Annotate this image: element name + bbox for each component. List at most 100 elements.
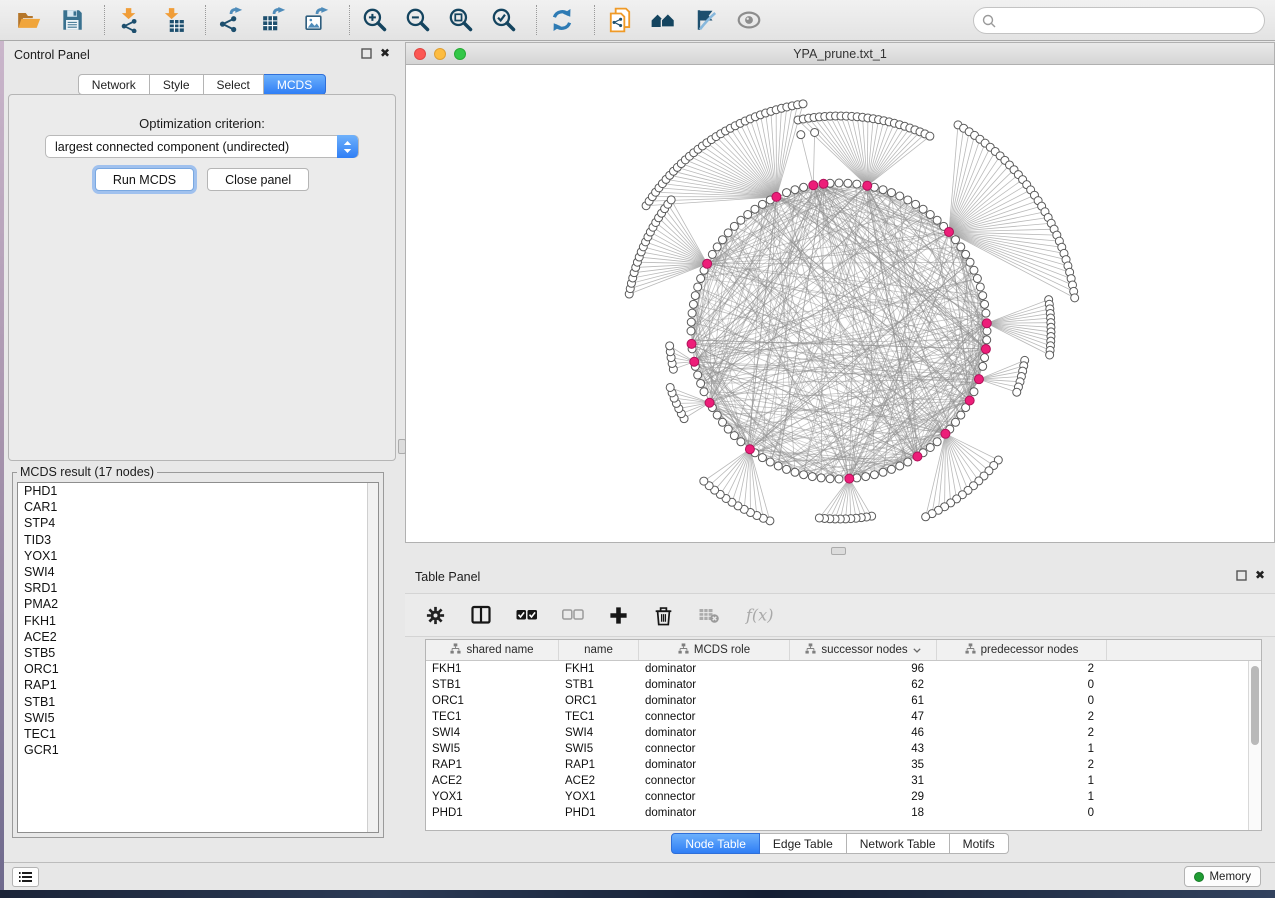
delete-icon[interactable] bbox=[653, 605, 674, 626]
close-table-panel-icon[interactable]: ✖ bbox=[1255, 569, 1265, 581]
refresh-icon[interactable] bbox=[547, 5, 577, 35]
result-node-item[interactable]: SRD1 bbox=[18, 580, 378, 596]
zoom-in-icon[interactable] bbox=[360, 5, 390, 35]
clone-network-icon[interactable]: (1)"> bbox=[605, 5, 635, 35]
column-header-shared-name[interactable]: shared name bbox=[426, 640, 559, 660]
result-node-item[interactable]: STB1 bbox=[18, 694, 378, 710]
result-node-item[interactable]: PHD1 bbox=[18, 483, 378, 499]
result-node-item[interactable]: SWI4 bbox=[18, 564, 378, 580]
tab-node-table[interactable]: Node Table bbox=[671, 833, 760, 854]
run-mcds-button[interactable]: Run MCDS bbox=[95, 168, 194, 191]
float-panel-icon[interactable] bbox=[361, 48, 372, 59]
main-toolbar: (1)"> bbox=[0, 0, 1275, 41]
control-panel-header: Control Panel ✖ bbox=[4, 41, 400, 68]
table-row[interactable]: SWI5SWI5connector431 bbox=[426, 741, 1261, 757]
export-network-icon[interactable] bbox=[216, 5, 246, 35]
network-window-titlebar: YPA_prune.txt_1 bbox=[406, 43, 1274, 65]
table-toolbar: f(x) bbox=[405, 593, 1275, 637]
result-node-item[interactable]: STB5 bbox=[18, 645, 378, 661]
delete-table-icon bbox=[698, 604, 720, 626]
import-table-icon[interactable] bbox=[158, 5, 188, 35]
result-list-scrollbar[interactable] bbox=[367, 483, 378, 832]
result-node-item[interactable]: RAP1 bbox=[18, 677, 378, 693]
table-row[interactable]: TEC1TEC1connector472 bbox=[426, 709, 1261, 725]
cell-MCDS-role: dominator bbox=[639, 805, 790, 821]
table-row[interactable]: FKH1FKH1dominator962 bbox=[426, 661, 1261, 677]
result-node-item[interactable]: SWI5 bbox=[18, 710, 378, 726]
column-header-predecessor-nodes[interactable]: predecessor nodes bbox=[937, 640, 1107, 660]
result-node-item[interactable]: FKH1 bbox=[18, 613, 378, 629]
table-row[interactable]: ORC1ORC1dominator610 bbox=[426, 693, 1261, 709]
tab-edge-table[interactable]: Edge Table bbox=[760, 833, 847, 854]
result-node-item[interactable]: YOX1 bbox=[18, 548, 378, 564]
mcds-result-list[interactable]: PHD1CAR1STP4TID3YOX1SWI4SRD1PMA2FKH1ACE2… bbox=[17, 482, 379, 833]
network-canvas[interactable] bbox=[406, 65, 1274, 542]
table-scrollbar[interactable] bbox=[1248, 661, 1261, 830]
tab-style[interactable]: Style bbox=[150, 74, 204, 95]
cell-successor-nodes: 29 bbox=[790, 789, 937, 805]
close-panel-button[interactable]: Close panel bbox=[207, 168, 309, 191]
float-table-panel-icon[interactable] bbox=[1236, 570, 1247, 581]
mcds-tab-content: Optimization criterion: largest connecte… bbox=[8, 94, 396, 461]
export-table-icon[interactable] bbox=[259, 5, 289, 35]
gear-icon[interactable] bbox=[425, 605, 446, 626]
cell-predecessor-nodes: 0 bbox=[937, 805, 1107, 821]
open-file-icon[interactable] bbox=[14, 5, 44, 35]
deselect-all-icon[interactable] bbox=[562, 604, 584, 626]
tab-mcds[interactable]: MCDS bbox=[264, 74, 326, 95]
table-row[interactable]: SWI4SWI4dominator462 bbox=[426, 725, 1261, 741]
column-header-name[interactable]: name bbox=[559, 640, 639, 660]
first-neighbors-icon[interactable] bbox=[648, 5, 678, 35]
table-row[interactable]: STB1STB1dominator620 bbox=[426, 677, 1261, 693]
hide-selected-icon[interactable] bbox=[691, 5, 721, 35]
memory-button[interactable]: Memory bbox=[1184, 866, 1261, 887]
memory-label: Memory bbox=[1209, 871, 1251, 883]
attribute-tree-icon bbox=[805, 643, 816, 657]
search-input[interactable] bbox=[1002, 10, 1257, 31]
add-icon[interactable] bbox=[608, 605, 629, 626]
result-node-item[interactable]: PMA2 bbox=[18, 596, 378, 612]
result-node-item[interactable]: ORC1 bbox=[18, 661, 378, 677]
horizontal-splitter-handle[interactable] bbox=[831, 547, 846, 555]
attribute-tree-icon bbox=[965, 643, 976, 657]
result-node-item[interactable]: GCR1 bbox=[18, 742, 378, 758]
save-icon[interactable] bbox=[57, 5, 87, 35]
zoom-selected-icon[interactable] bbox=[489, 5, 519, 35]
zoom-out-icon[interactable] bbox=[403, 5, 433, 35]
table-scrollbar-thumb[interactable] bbox=[1251, 666, 1259, 745]
criterion-value: largest connected component (undirected) bbox=[55, 140, 289, 154]
show-all-icon[interactable] bbox=[734, 5, 764, 35]
result-node-item[interactable]: CAR1 bbox=[18, 499, 378, 515]
column-header-successor-nodes[interactable]: successor nodes bbox=[790, 640, 937, 660]
import-network-icon[interactable] bbox=[115, 5, 145, 35]
result-node-item[interactable]: ACE2 bbox=[18, 629, 378, 645]
result-node-item[interactable]: TID3 bbox=[18, 532, 378, 548]
panel-menu-button[interactable] bbox=[12, 867, 39, 887]
cell-shared-name: TEC1 bbox=[426, 709, 559, 725]
cell-shared-name: STB1 bbox=[426, 677, 559, 693]
close-panel-icon[interactable]: ✖ bbox=[380, 47, 390, 59]
result-node-item[interactable]: STP4 bbox=[18, 515, 378, 531]
table-row[interactable]: ACE2ACE2connector311 bbox=[426, 773, 1261, 789]
table-row[interactable]: YOX1YOX1connector291 bbox=[426, 789, 1261, 805]
columns-icon[interactable] bbox=[470, 604, 492, 626]
select-all-icon[interactable] bbox=[516, 604, 538, 626]
attribute-tree-icon bbox=[450, 643, 461, 657]
tab-network[interactable]: Network bbox=[78, 74, 150, 95]
cell-shared-name: YOX1 bbox=[426, 789, 559, 805]
search-box bbox=[973, 7, 1265, 34]
cell-MCDS-role: connector bbox=[639, 741, 790, 757]
result-node-item[interactable]: TEC1 bbox=[18, 726, 378, 742]
zoom-fit-icon[interactable] bbox=[446, 5, 476, 35]
tab-network-table[interactable]: Network Table bbox=[847, 833, 950, 854]
export-image-icon[interactable] bbox=[302, 5, 332, 35]
table-row[interactable]: PHD1PHD1dominator180 bbox=[426, 805, 1261, 821]
tab-select[interactable]: Select bbox=[204, 74, 264, 95]
column-header-MCDS-role[interactable]: MCDS role bbox=[639, 640, 790, 660]
tab-motifs[interactable]: Motifs bbox=[950, 833, 1009, 854]
vertical-splitter-handle[interactable] bbox=[398, 439, 406, 454]
criterion-dropdown[interactable]: largest connected component (undirected) bbox=[45, 135, 359, 158]
cell-successor-nodes: 46 bbox=[790, 725, 937, 741]
network-view-window: YPA_prune.txt_1 bbox=[405, 42, 1275, 543]
table-row[interactable]: RAP1RAP1dominator352 bbox=[426, 757, 1261, 773]
